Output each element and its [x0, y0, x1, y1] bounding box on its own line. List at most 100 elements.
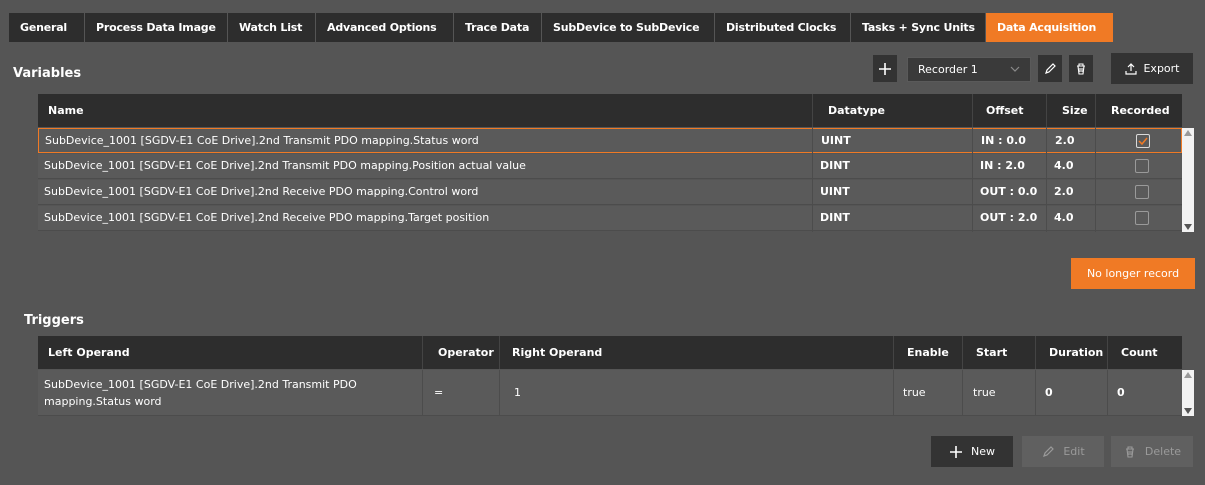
recorded-checkbox[interactable]: [1135, 185, 1149, 199]
header-divider: [1035, 336, 1036, 369]
column-divider: [1107, 370, 1108, 416]
column-header-size[interactable]: Size: [1052, 94, 1088, 127]
variables-title: Variables: [13, 66, 82, 81]
left-operand-line: mapping.Status word: [44, 395, 162, 408]
column-header-duration[interactable]: Duration: [1039, 336, 1103, 369]
triggers-scrollbar[interactable]: [1182, 370, 1194, 416]
export-icon: [1125, 62, 1138, 75]
new-trigger-button[interactable]: New: [931, 436, 1013, 467]
cell-right-operand: 1: [514, 386, 521, 399]
header-divider: [962, 336, 963, 369]
variables-grid: Name Datatype Offset Size Recorded SubDe…: [38, 94, 1196, 240]
header-divider: [893, 336, 894, 369]
export-button[interactable]: Export: [1111, 53, 1193, 84]
scroll-up-arrow[interactable]: [1182, 128, 1194, 138]
cell-offset: OUT : 0.0: [980, 185, 1038, 198]
cell-size: 4.0: [1054, 211, 1074, 224]
header-divider: [1095, 94, 1096, 127]
column-divider: [962, 370, 963, 416]
cell-datatype: DINT: [820, 159, 850, 172]
header-divider: [1107, 336, 1108, 369]
cell-datatype: UINT: [820, 185, 850, 198]
table-row[interactable]: SubDevice_1001 [SGDV-E1 CoE Drive].2nd R…: [38, 180, 1182, 205]
recorder-select[interactable]: Recorder 1: [907, 57, 1031, 82]
column-header-right-operand[interactable]: Right Operand: [502, 336, 602, 369]
tab-data-acquisition[interactable]: Data Acquisition: [986, 13, 1114, 42]
trash-icon: [1077, 62, 1085, 75]
chevron-down-icon: [1010, 66, 1020, 72]
add-recorder-button[interactable]: [873, 55, 897, 82]
edit-trigger-button[interactable]: Edit: [1022, 436, 1104, 467]
tab-strip: General Process Data Image Watch List Ad…: [9, 13, 1114, 42]
column-header-offset[interactable]: Offset: [976, 94, 1024, 127]
column-divider: [812, 128, 813, 232]
table-row[interactable]: SubDevice_1001 [SGDV-E1 CoE Drive].2nd T…: [38, 128, 1182, 153]
cell-size: 2.0: [1055, 134, 1075, 147]
tab-process-data-image[interactable]: Process Data Image: [85, 13, 228, 42]
triangle-up-icon: [1184, 372, 1192, 378]
column-divider: [499, 370, 500, 416]
scroll-down-arrow[interactable]: [1182, 222, 1194, 232]
scroll-down-arrow[interactable]: [1182, 406, 1194, 416]
column-header-left-operand[interactable]: Left Operand: [38, 336, 130, 369]
column-header-count[interactable]: Count: [1111, 336, 1158, 369]
cell-size: 4.0: [1054, 159, 1074, 172]
cell-datatype: DINT: [820, 211, 850, 224]
column-divider: [893, 370, 894, 416]
cell-operator: =: [434, 386, 444, 399]
delete-trigger-button[interactable]: Delete: [1111, 436, 1193, 467]
column-header-datatype[interactable]: Datatype: [818, 94, 885, 127]
table-row[interactable]: SubDevice_1001 [SGDV-E1 CoE Drive].2nd T…: [38, 154, 1182, 179]
column-header-name[interactable]: Name: [38, 94, 84, 127]
column-divider: [1095, 128, 1096, 232]
scroll-up-arrow[interactable]: [1182, 370, 1194, 380]
recorder-select-value: Recorder 1: [918, 63, 978, 76]
cell-name: SubDevice_1001 [SGDV-E1 CoE Drive].2nd T…: [45, 134, 479, 147]
recorded-checkbox[interactable]: [1136, 134, 1150, 148]
tab-tasks-sync-units[interactable]: Tasks + Sync Units: [851, 13, 986, 42]
triangle-down-icon: [1184, 408, 1192, 414]
tab-general[interactable]: General: [9, 13, 85, 42]
edit-recorder-button[interactable]: [1038, 55, 1062, 82]
cell-offset: IN : 0.0: [981, 134, 1026, 147]
pencil-icon: [1045, 62, 1056, 74]
triangle-up-icon: [1184, 130, 1192, 136]
cell-size: 2.0: [1054, 185, 1074, 198]
delete-recorder-button[interactable]: [1069, 55, 1093, 82]
triangle-down-icon: [1184, 224, 1192, 230]
recorded-checkbox[interactable]: [1135, 159, 1149, 173]
column-header-start[interactable]: Start: [966, 336, 1007, 369]
header-divider: [422, 336, 423, 369]
tab-advanced-options[interactable]: Advanced Options: [316, 13, 454, 42]
checkmark-icon: [1138, 137, 1148, 146]
column-header-enable[interactable]: Enable: [897, 336, 949, 369]
tab-distributed-clocks[interactable]: Distributed Clocks: [715, 13, 851, 42]
column-divider: [972, 128, 973, 232]
tab-watch-list[interactable]: Watch List: [228, 13, 316, 42]
cell-name: SubDevice_1001 [SGDV-E1 CoE Drive].2nd R…: [44, 185, 479, 198]
variables-scrollbar[interactable]: [1182, 128, 1194, 232]
table-row[interactable]: SubDevice_1001 [SGDV-E1 CoE Drive].2nd R…: [38, 206, 1182, 231]
triggers-grid-header: Left Operand Operator Right Operand Enab…: [38, 336, 1182, 369]
trash-icon: [1125, 445, 1134, 458]
column-header-recorded[interactable]: Recorded: [1101, 94, 1170, 127]
table-row[interactable]: SubDevice_1001 [SGDV-E1 CoE Drive].2nd T…: [38, 370, 1182, 416]
column-divider: [1035, 370, 1036, 416]
column-divider: [1046, 128, 1047, 232]
cell-left-operand: SubDevice_1001 [SGDV-E1 CoE Drive].2nd T…: [44, 376, 357, 410]
cell-start: true: [973, 386, 996, 399]
edit-trigger-label: Edit: [1063, 445, 1085, 458]
cell-name: SubDevice_1001 [SGDV-E1 CoE Drive].2nd T…: [44, 159, 526, 172]
cell-name: SubDevice_1001 [SGDV-E1 CoE Drive].2nd R…: [44, 211, 490, 224]
export-label: Export: [1143, 62, 1180, 75]
recorded-checkbox[interactable]: [1135, 211, 1149, 225]
plus-icon: [950, 445, 962, 458]
header-divider: [812, 94, 813, 127]
plus-icon: [879, 62, 891, 75]
no-longer-record-button[interactable]: No longer record: [1071, 258, 1195, 289]
cell-offset: IN : 2.0: [980, 159, 1025, 172]
tab-bar: General Process Data Image Watch List Ad…: [0, 0, 1205, 42]
tab-trace-data[interactable]: Trace Data: [454, 13, 542, 42]
column-header-operator[interactable]: Operator: [428, 336, 494, 369]
tab-subdevice-to-subdevice[interactable]: SubDevice to SubDevice: [542, 13, 715, 42]
